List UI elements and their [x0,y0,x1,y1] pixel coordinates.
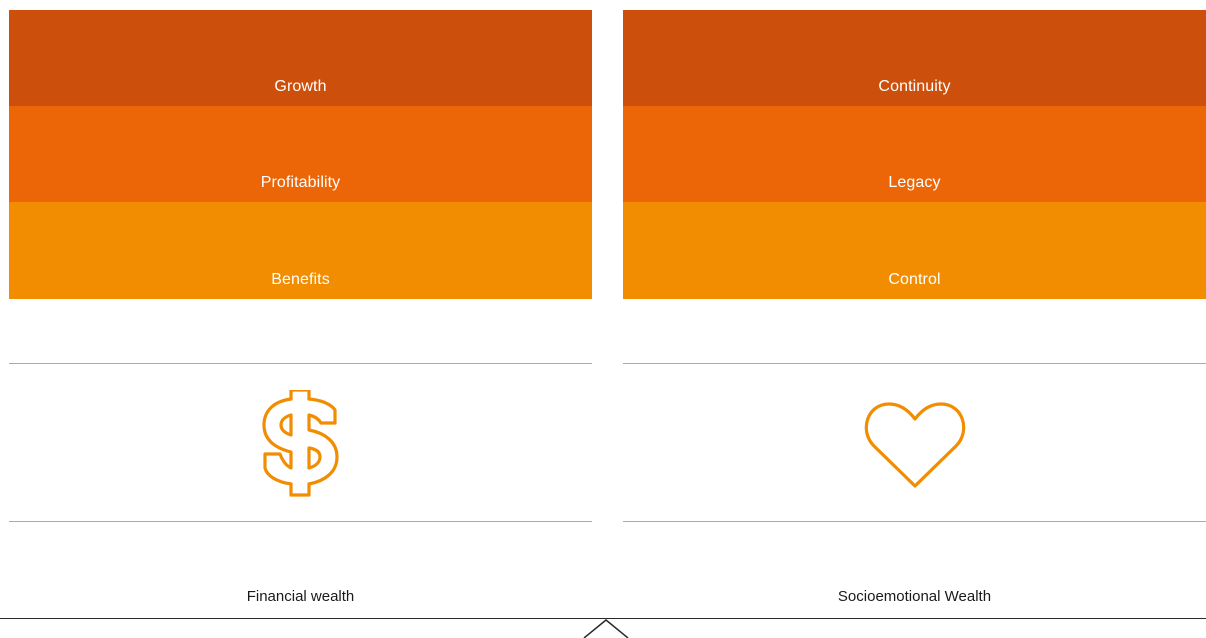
band-label: Growth [274,78,327,95]
dollar-sign-icon [262,388,339,497]
band-growth: Growth [9,10,592,106]
fulcrum-triangle [583,619,629,638]
icon-top-rule-right [623,363,1206,364]
caption-financial-wealth: Financial wealth [246,588,355,605]
heart-icon [864,402,966,488]
financial-wealth-stack: Growth Profitability Benefits [9,10,592,299]
socioemotional-wealth-stack: Continuity Legacy Control [623,10,1206,299]
band-label: Continuity [878,78,951,95]
band-label: Benefits [271,271,330,288]
dollar-icon-container [9,388,592,500]
heart-icon-container [623,390,1206,500]
band-label: Profitability [260,174,341,191]
band-label: Legacy [888,174,941,191]
band-control: Control [623,202,1206,299]
band-profitability: Profitability [9,106,592,202]
icon-bottom-rule-left [9,521,592,522]
band-benefits: Benefits [9,202,592,299]
icon-bottom-rule-right [623,521,1206,522]
band-label: Control [888,271,941,288]
band-legacy: Legacy [623,106,1206,202]
caption-socioemotional-wealth: Socioemotional Wealth [837,588,992,605]
icon-top-rule-left [9,363,592,364]
band-continuity: Continuity [623,10,1206,106]
